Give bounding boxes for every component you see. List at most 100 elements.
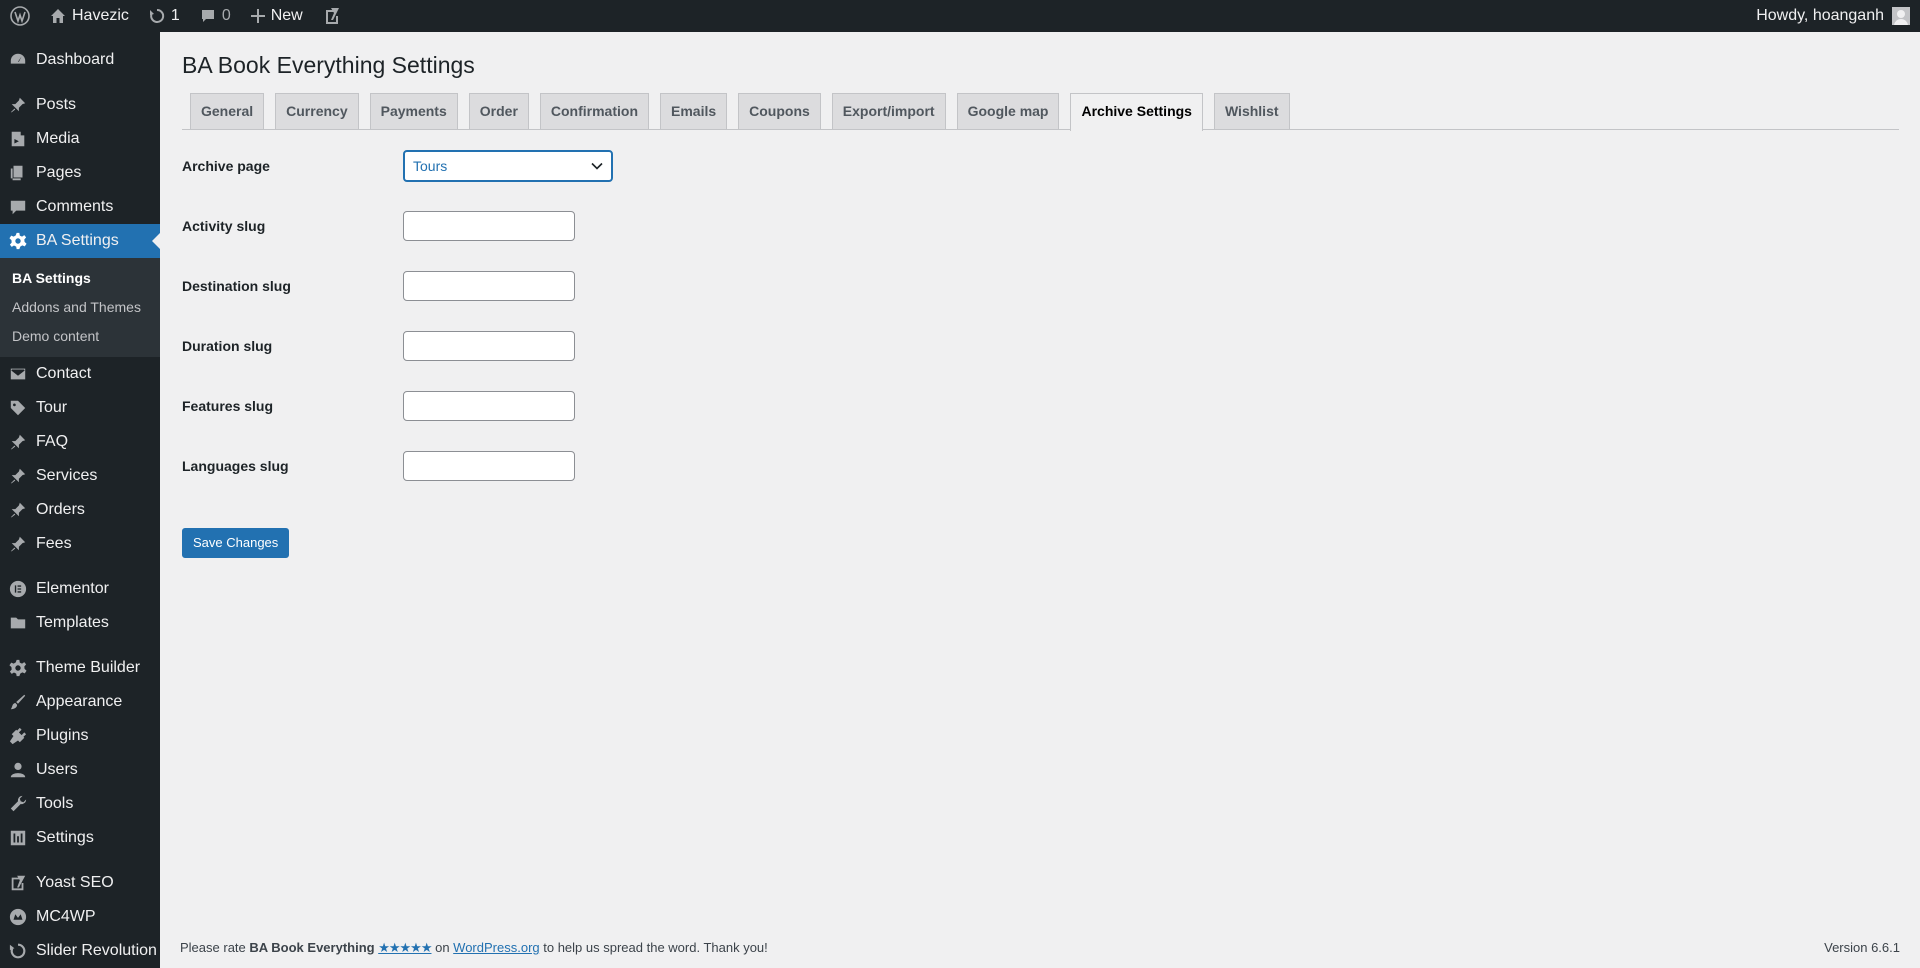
plus-icon [250,9,265,23]
comments-count: 0 [221,7,231,24]
wordpress-logo-icon[interactable] [0,0,40,32]
sidebar-item-label: Tour [36,399,68,416]
comment-icon [201,10,214,22]
sidebar-item-settings[interactable]: Settings [0,821,160,855]
user-icon [0,761,36,779]
features-slug-label: Features slug [182,398,274,414]
user-account-menu[interactable]: Howdy, hoanganh [1756,7,1920,25]
footer-plugin-name: BA Book Everything [249,940,375,955]
sidebar-item-label: Orders [36,501,85,518]
wordpress-org-link[interactable]: WordPress.org [453,940,539,955]
submenu-demo-content[interactable]: Demo content [0,322,160,351]
sidebar-item-dashboard[interactable]: Dashboard [0,43,160,77]
sidebar-item-services[interactable]: Services [0,459,160,493]
tab-general[interactable]: General [190,93,265,129]
sidebar-item-label: Tools [36,795,74,812]
chevron-down-icon [591,162,603,170]
sidebar-item-slider-revolution[interactable]: Slider Revolution [0,934,160,968]
sidebar-item-tools[interactable]: Tools [0,787,160,821]
submenu-ba-settings[interactable]: BA Settings [0,264,160,293]
yoast-icon[interactable] [313,0,351,32]
sidebar-item-label: Yoast SEO [36,874,114,891]
duration-slug-input[interactable] [403,331,575,361]
languages-slug-row: Languages slug [182,451,575,481]
greeting: Howdy, hoanganh [1756,7,1884,24]
pin-icon [0,467,36,485]
sidebar-item-label: Comments [36,198,114,215]
tab-emails[interactable]: Emails [660,93,728,129]
sidebar-item-ba-settings[interactable]: BA Settings [0,224,160,258]
new-content-link[interactable]: New [241,0,313,32]
media-icon [0,130,36,148]
archive-page-selected: Tours [413,158,448,174]
features-slug-row: Features slug [182,391,575,421]
sidebar-item-tour[interactable]: Tour [0,391,160,425]
sidebar-item-posts[interactable]: Posts [0,88,160,122]
sidebar-item-label: Media [36,130,80,147]
mc4wp-icon [0,908,36,926]
pin-icon [0,501,36,519]
sidebar-item-label: Dashboard [36,51,115,68]
home-icon [51,9,65,23]
site-name: Havezic [72,7,129,24]
settings-icon [0,829,36,847]
duration-slug-row: Duration slug [182,331,575,361]
refresh-icon [0,942,36,960]
destination-slug-input[interactable] [403,271,575,301]
sidebar-item-templates[interactable]: Templates [0,606,160,640]
activity-slug-input[interactable] [403,211,575,241]
sidebar-item-label: Settings [36,829,94,846]
tag-icon [0,399,36,417]
sidebar-item-label: MC4WP [36,908,96,925]
languages-slug-input[interactable] [403,451,575,481]
settings-tabs: General Currency Payments Order Confirma… [182,93,1899,131]
tab-export-import[interactable]: Export/import [831,93,946,129]
activity-slug-label: Activity slug [182,218,266,234]
sidebar-item-contact[interactable]: Contact [0,357,160,391]
footer-rating-text: Please rate BA Book Everything ★★★★★ on … [180,940,768,956]
sidebar-item-users[interactable]: Users [0,753,160,787]
elementor-icon [0,580,36,598]
sidebar-item-pages[interactable]: Pages [0,156,160,190]
rating-stars-link[interactable]: ★★★★★ [378,940,432,955]
sidebar-item-plugins[interactable]: Plugins [0,719,160,753]
sidebar-item-comments[interactable]: Comments [0,190,160,224]
comments-link[interactable]: 0 [190,0,241,32]
pin-icon [0,433,36,451]
updates-link[interactable]: 1 [139,0,190,32]
sidebar-item-fees[interactable]: Fees [0,527,160,561]
save-changes-button[interactable]: Save Changes [182,528,290,558]
sidebar-item-orders[interactable]: Orders [0,493,160,527]
dashboard-icon [0,51,36,69]
sidebar-item-label: Pages [36,164,82,181]
sidebar-item-label: BA Settings [36,232,119,249]
sidebar-item-faq[interactable]: FAQ [0,425,160,459]
submenu-addons-and-themes[interactable]: Addons and Themes [0,293,160,322]
sidebar-item-yoast-seo[interactable]: Yoast SEO [0,866,160,900]
refresh-icon [149,8,165,23]
sidebar-item-label: Elementor [36,580,109,597]
sidebar-item-label: Templates [36,614,109,631]
tab-currency[interactable]: Currency [275,93,359,129]
features-slug-input[interactable] [403,391,575,421]
languages-slug-label: Languages slug [182,458,289,474]
pin-icon [0,535,36,553]
sidebar-item-media[interactable]: Media [0,122,160,156]
tab-payments[interactable]: Payments [369,93,458,129]
tab-google-map[interactable]: Google map [956,93,1060,129]
duration-slug-label: Duration slug [182,338,273,354]
sidebar-item-theme-builder[interactable]: Theme Builder [0,651,160,685]
tab-coupons[interactable]: Coupons [738,93,821,129]
sidebar-item-appearance[interactable]: Appearance [0,685,160,719]
archive-page-select[interactable]: Tours [403,150,613,182]
tab-order[interactable]: Order [468,93,529,129]
tab-wishlist[interactable]: Wishlist [1213,93,1290,129]
sidebar-item-label: Fees [36,535,72,552]
sidebar-item-elementor[interactable]: Elementor [0,572,160,606]
site-name-link[interactable]: Havezic [40,0,139,32]
tab-confirmation[interactable]: Confirmation [539,93,649,129]
sidebar-item-label: Users [36,761,78,778]
sidebar-item-mc4wp[interactable]: MC4WP [0,900,160,934]
tab-archive-settings[interactable]: Archive Settings [1070,93,1203,131]
wrench-icon [0,795,36,813]
